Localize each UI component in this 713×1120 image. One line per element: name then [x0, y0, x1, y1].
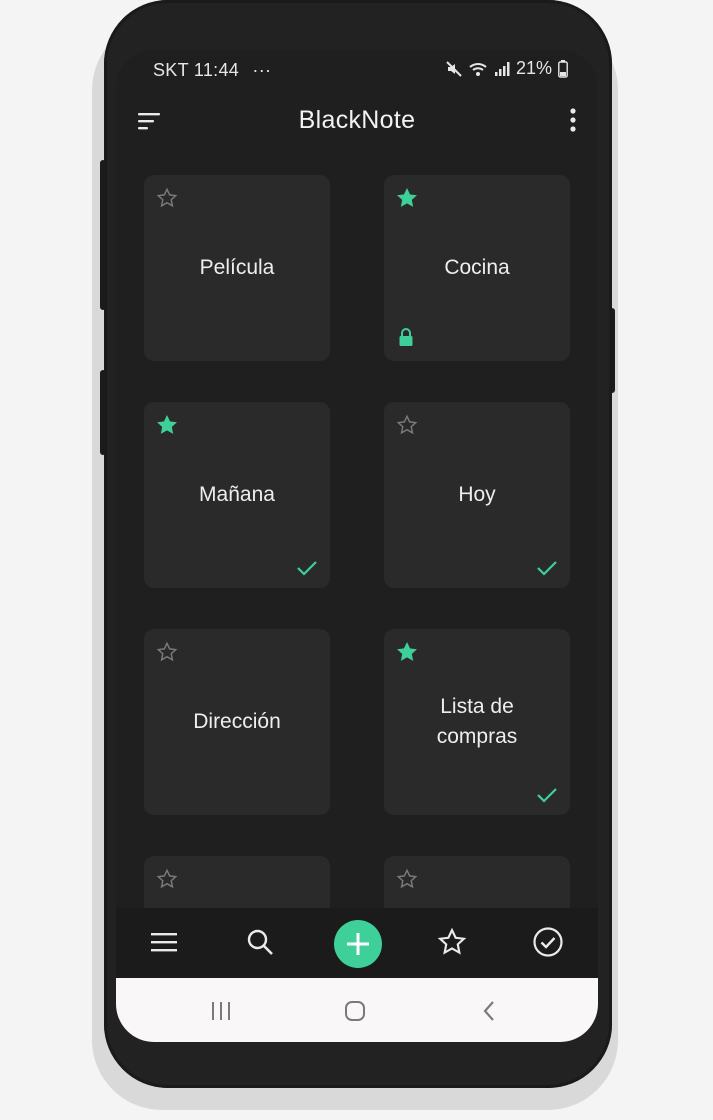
- note-card[interactable]: Mañana: [144, 402, 330, 588]
- bottom-nav: [116, 908, 598, 978]
- more-vert-icon: [570, 108, 576, 132]
- star-icon: [437, 927, 467, 955]
- battery-percent: 21%: [515, 58, 552, 78]
- status-right: 21%: [446, 58, 568, 79]
- notes-grid: Película Cocina Mañana Hoy Dirección Lis…: [116, 175, 598, 910]
- check-icon: [537, 561, 557, 576]
- check-icon: [537, 788, 557, 803]
- home-button[interactable]: [340, 998, 370, 1024]
- star-filled-icon[interactable]: [156, 414, 178, 436]
- star-filled-icon[interactable]: [396, 187, 418, 209]
- recent-apps-button[interactable]: [206, 998, 236, 1024]
- nav-menu-button[interactable]: [144, 922, 184, 962]
- note-card[interactable]: Dirección: [144, 629, 330, 815]
- star-outline-icon[interactable]: [396, 414, 418, 436]
- bixby-button: [100, 370, 106, 455]
- note-title: Mañana: [199, 483, 275, 506]
- status-more: ···: [252, 60, 272, 80]
- back-icon: [483, 1001, 494, 1021]
- system-nav-bar: [116, 978, 598, 1042]
- star-outline-icon[interactable]: [156, 187, 178, 209]
- mute-icon: [446, 60, 462, 77]
- nav-search-button[interactable]: [240, 922, 280, 962]
- home-icon: [345, 1001, 365, 1021]
- nav-favorites-button[interactable]: [432, 922, 472, 962]
- star-outline-icon[interactable]: [396, 868, 418, 890]
- volume-button: [100, 160, 106, 310]
- note-card[interactable]: Película: [144, 175, 330, 361]
- add-icon: [347, 933, 369, 955]
- star-filled-icon[interactable]: [396, 641, 418, 663]
- star-outline-icon[interactable]: [156, 868, 178, 890]
- overflow-menu-button[interactable]: [562, 106, 584, 134]
- note-title: Cocina: [444, 256, 510, 279]
- check-circle-icon: [533, 927, 563, 957]
- battery-icon: [558, 59, 568, 78]
- note-card[interactable]: [144, 856, 330, 910]
- lock-icon: [399, 328, 413, 346]
- star-outline-icon[interactable]: [156, 641, 178, 663]
- note-title: Película: [199, 256, 275, 279]
- status-left: SKT 11:44 ···: [153, 60, 271, 81]
- recent-apps-icon: [212, 1002, 230, 1020]
- note-card[interactable]: Cocina: [384, 175, 570, 361]
- note-title: Lista de compras: [436, 695, 518, 748]
- search-icon: [247, 929, 273, 955]
- add-note-button[interactable]: [334, 920, 382, 968]
- menu-icon: [151, 933, 177, 952]
- signal-icon: [494, 61, 510, 76]
- app-title: BlackNote: [298, 106, 416, 134]
- note-title: Dirección: [193, 710, 281, 733]
- wifi-icon: [469, 62, 487, 76]
- note-card[interactable]: Hoy: [384, 402, 570, 588]
- screen: SKT 11:44 ··· 21% BlackNote Película Coc…: [116, 50, 598, 1042]
- back-button[interactable]: [474, 998, 504, 1024]
- note-card[interactable]: [384, 856, 570, 910]
- nav-done-button[interactable]: [528, 922, 568, 962]
- status-bar: SKT 11:44 ··· 21%: [116, 50, 598, 90]
- carrier-time: SKT 11:44: [153, 60, 240, 80]
- check-icon: [297, 561, 317, 576]
- app-bar: BlackNote: [116, 100, 598, 144]
- note-card[interactable]: Lista de compras: [384, 629, 570, 815]
- power-button: [609, 308, 615, 393]
- note-title: Hoy: [458, 483, 496, 506]
